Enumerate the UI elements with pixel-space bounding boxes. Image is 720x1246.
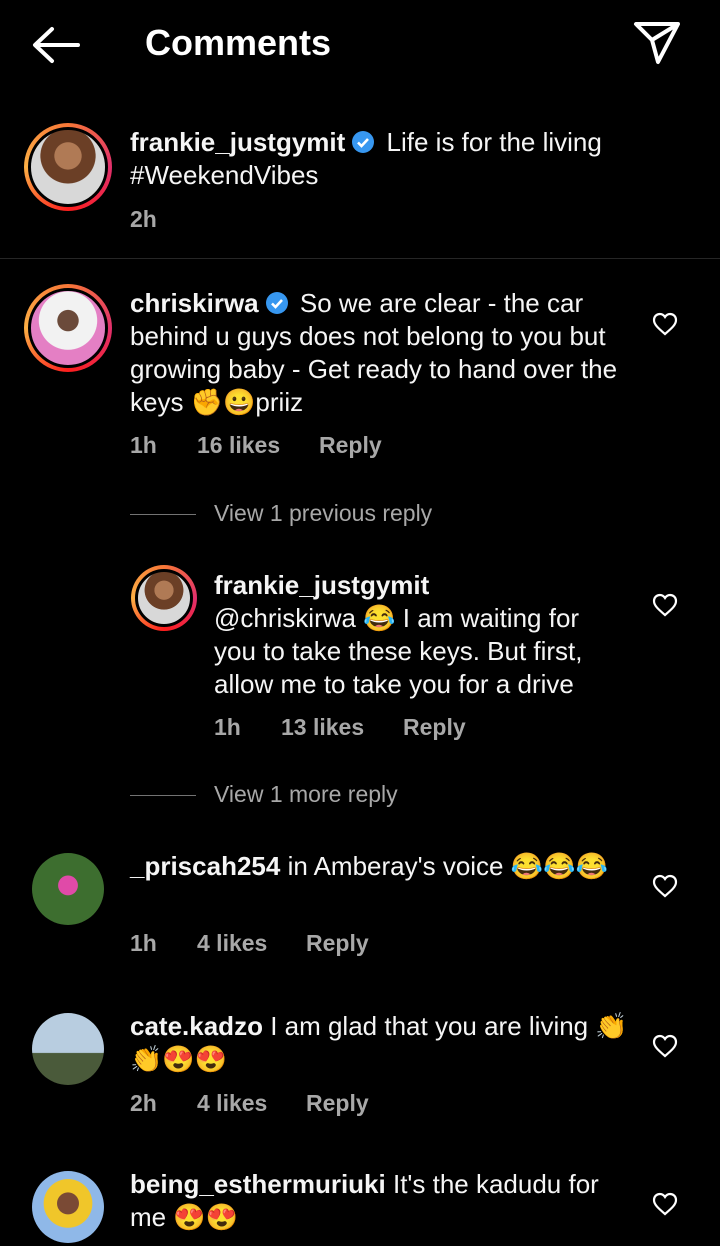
comment-time: 1h — [130, 930, 157, 956]
comment-username[interactable]: cate.kadzo — [130, 1011, 263, 1041]
comment-item: _priscah254 in Amberay's voice 😂😂😂 1h 4 … — [0, 848, 720, 978]
comment-text: chriskirwa So we are clear - the car beh… — [130, 287, 630, 419]
comment-item: being_esthermuriuki It's the kadudu for … — [0, 1166, 720, 1246]
reply-username[interactable]: frankie_justgymit — [214, 570, 429, 600]
avatar[interactable] — [32, 1013, 104, 1085]
caption-text: frankie_justgymit Life is for the living… — [130, 126, 650, 192]
comment-item: cate.kadzo I am glad that you are living… — [0, 1008, 720, 1138]
avatar[interactable] — [24, 284, 112, 372]
heart-icon[interactable] — [652, 1192, 678, 1216]
heart-icon[interactable] — [652, 1034, 678, 1058]
reply-button[interactable]: Reply — [319, 432, 382, 459]
avatar[interactable] — [32, 853, 104, 925]
page-title: Comments — [145, 22, 332, 63]
comment-item: chriskirwa So we are clear - the car beh… — [0, 282, 720, 472]
divider — [130, 514, 196, 515]
verified-badge-icon — [352, 131, 375, 153]
comment-username[interactable]: chriskirwa — [130, 288, 259, 318]
header-bar: Comments — [0, 0, 720, 92]
avatar[interactable] — [24, 123, 112, 211]
caption-username[interactable]: frankie_justgymit — [130, 127, 345, 157]
like-count[interactable]: 4 likes — [197, 1090, 267, 1117]
like-count[interactable]: 16 likes — [197, 432, 280, 459]
divider — [0, 258, 720, 259]
comment-username[interactable]: _priscah254 — [130, 851, 280, 881]
heart-icon[interactable] — [652, 593, 678, 617]
divider — [130, 795, 196, 796]
verified-badge-icon — [265, 292, 288, 314]
comment-text: cate.kadzo I am glad that you are living… — [130, 1010, 630, 1076]
reply-button[interactable]: Reply — [306, 930, 369, 957]
heart-icon[interactable] — [652, 874, 678, 898]
comment-text: _priscah254 in Amberay's voice 😂😂😂 — [130, 850, 630, 883]
comment-time: 1h — [130, 432, 157, 458]
reply-item: frankie_justgymit @chriskirwa 😂 I am wai… — [0, 565, 720, 755]
avatar[interactable] — [32, 1171, 104, 1243]
heart-icon[interactable] — [652, 312, 678, 336]
view-previous-label[interactable]: View 1 previous reply — [214, 500, 432, 527]
arrow-left-icon[interactable] — [30, 24, 82, 66]
reply-time: 1h — [214, 714, 241, 740]
reply-text: frankie_justgymit @chriskirwa 😂 I am wai… — [214, 569, 624, 701]
paper-plane-icon[interactable] — [632, 20, 682, 66]
reply-button[interactable]: Reply — [403, 714, 466, 741]
comment-time: 2h — [130, 1090, 157, 1116]
comment-text: being_esthermuriuki It's the kadudu for … — [130, 1168, 630, 1234]
view-more-label[interactable]: View 1 more reply — [214, 781, 398, 808]
like-count[interactable]: 4 likes — [197, 930, 267, 957]
like-count[interactable]: 13 likes — [281, 714, 364, 741]
caption-time: 2h — [130, 206, 157, 232]
reply-button[interactable]: Reply — [306, 1090, 369, 1117]
avatar[interactable] — [131, 565, 197, 631]
reply-body: @chriskirwa 😂 I am waiting for you to ta… — [214, 603, 583, 699]
comment-username[interactable]: being_esthermuriuki — [130, 1169, 386, 1199]
post-caption: frankie_justgymit Life is for the living… — [0, 118, 720, 258]
comment-body: in Amberay's voice 😂😂😂 — [287, 851, 608, 881]
